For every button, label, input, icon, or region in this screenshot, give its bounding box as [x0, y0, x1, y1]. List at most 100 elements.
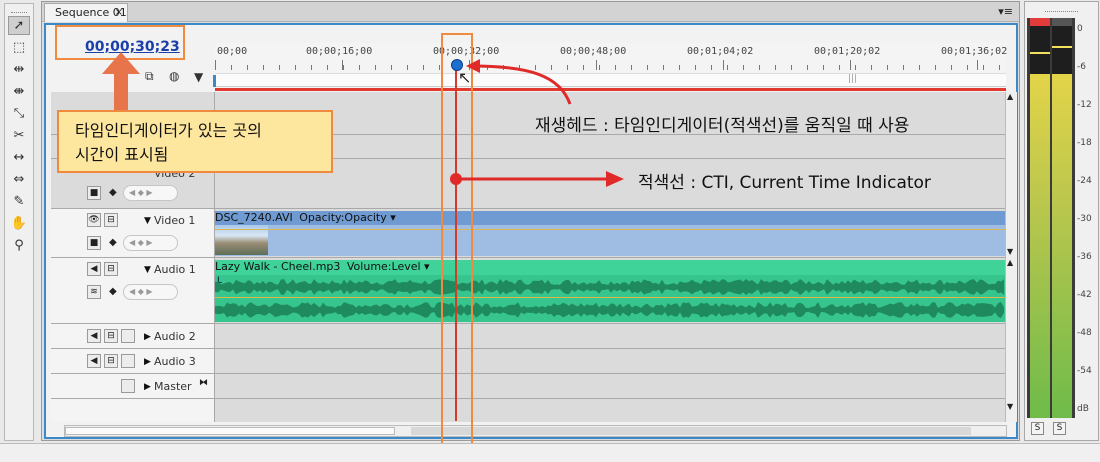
- opacity-rubber-band[interactable]: [215, 229, 1006, 230]
- master-link-icon[interactable]: ⧓: [199, 378, 208, 388]
- display-style-icon[interactable]: ■: [87, 236, 101, 250]
- panel-tab-bar: Sequence 01 × ▾≡: [42, 2, 1019, 22]
- ruler-minor-tick: [807, 65, 808, 70]
- scroll-up-icon[interactable]: ▲: [1007, 92, 1013, 101]
- keyframe-navigator[interactable]: ◀ ◆ ▶: [123, 284, 178, 300]
- panel-grip[interactable]: [11, 6, 27, 13]
- slide-tool-icon[interactable]: ⇔: [8, 170, 30, 189]
- clip-indicator-left[interactable]: [1030, 18, 1050, 26]
- keyframe-navigator[interactable]: ◀ ◆ ▶: [123, 185, 178, 201]
- track-header: [51, 399, 215, 422]
- lock-toggle-icon[interactable]: ⊟: [104, 329, 118, 343]
- work-area-grip[interactable]: |||: [848, 74, 857, 84]
- keyframe-diamond-icon[interactable]: ◆: [109, 187, 117, 198]
- lock-toggle-icon[interactable]: ⊟: [104, 213, 118, 227]
- track-select-tool-icon[interactable]: ⬚: [8, 38, 30, 57]
- clip-title-bar: DSC_7240.AVI Opacity:Opacity ▾: [215, 211, 1006, 225]
- clip-indicator-right[interactable]: [1052, 18, 1072, 26]
- collapse-triangle-icon[interactable]: ▶: [144, 332, 151, 342]
- speaker-icon[interactable]: ◀: [87, 354, 101, 368]
- track-name: Video 1: [154, 214, 196, 227]
- keyframe-navigator[interactable]: ◀ ◆ ▶: [123, 235, 178, 251]
- meter-scale-label: dB: [1077, 404, 1089, 414]
- speaker-icon[interactable]: ◀: [87, 329, 101, 343]
- selection-tool-icon[interactable]: ➚: [8, 16, 30, 35]
- waveform-display-icon[interactable]: ≋: [87, 285, 101, 299]
- scroll-thumb[interactable]: [65, 427, 395, 435]
- solo-right-button[interactable]: S: [1053, 422, 1066, 435]
- hand-tool-icon[interactable]: ✋: [8, 214, 30, 233]
- timecode-callout: 타임인디게이터가 있는 곳의 시간이 표시됨: [57, 110, 333, 173]
- work-area-start-marker[interactable]: [213, 75, 216, 87]
- ruler-minor-tick: [327, 65, 328, 70]
- cti-annotation: 적색선 : CTI, Current Time Indicator: [638, 173, 931, 193]
- volume-rubber-band[interactable]: [215, 297, 1006, 298]
- ruler-minor-tick: [439, 65, 440, 70]
- pen-tool-icon[interactable]: ✎: [8, 192, 30, 211]
- panel-grip[interactable]: [1045, 5, 1078, 12]
- ruler-tick-label: 00;00;48;00: [560, 46, 627, 57]
- track-header-master: ▶ Master ⧓: [51, 374, 215, 398]
- rate-stretch-tool-icon[interactable]: ⤡: [8, 104, 30, 123]
- scroll-down-icon[interactable]: ▼: [1007, 247, 1013, 256]
- audio-meter-panel: 0 -6 -12 -18 -24 -30 -36 -42 -48 -54 dB S S: [1024, 1, 1099, 441]
- ripple-edit-tool-icon[interactable]: ⇹: [8, 60, 30, 79]
- track-toggle-empty[interactable]: [121, 379, 135, 393]
- track-toggle-empty[interactable]: [121, 354, 135, 368]
- tab-sequence-01[interactable]: Sequence 01 ×: [44, 3, 128, 22]
- rolling-edit-tool-icon[interactable]: ⇼: [8, 82, 30, 101]
- set-encore-marker-icon[interactable]: ◍: [169, 69, 179, 83]
- speaker-icon[interactable]: ◀: [87, 262, 101, 276]
- expand-triangle-icon[interactable]: ▼: [144, 265, 151, 275]
- track-name: Audio 2: [154, 330, 196, 343]
- track-name: Audio 3: [154, 355, 196, 368]
- lock-toggle-icon[interactable]: ⊟: [104, 354, 118, 368]
- ruler-minor-tick: [231, 65, 232, 70]
- panel-menu-icon[interactable]: ▾≡: [998, 5, 1013, 18]
- eye-icon[interactable]: 👁: [87, 213, 101, 227]
- scroll-up-icon[interactable]: ▲: [1007, 258, 1013, 267]
- ruler-minor-tick: [311, 65, 312, 70]
- ruler-minor-tick: [423, 65, 424, 70]
- peak-marker-left: [1030, 52, 1050, 54]
- clip-effect-dropdown[interactable]: Volume:Level ▾: [347, 260, 430, 273]
- clip-effect-dropdown[interactable]: Opacity:Opacity ▾: [299, 211, 396, 224]
- solo-left-button[interactable]: S: [1031, 422, 1044, 435]
- zoom-scroll-track[interactable]: [411, 427, 971, 435]
- collapse-triangle-icon[interactable]: ▶: [144, 382, 151, 392]
- close-icon[interactable]: ×: [115, 4, 123, 22]
- ruler-minor-tick: [407, 65, 408, 70]
- add-marker-icon[interactable]: ▼: [194, 70, 203, 84]
- expand-triangle-icon[interactable]: ▼: [144, 216, 151, 226]
- display-style-icon[interactable]: ■: [87, 186, 101, 200]
- horizontal-scrollbar[interactable]: [64, 425, 1007, 437]
- video-clip[interactable]: DSC_7240.AVI Opacity:Opacity ▾: [215, 211, 1006, 256]
- work-area-bar[interactable]: |||: [215, 73, 1006, 87]
- ruler-minor-tick: [999, 65, 1000, 70]
- slip-tool-icon[interactable]: ↔: [8, 148, 30, 167]
- ruler-tick-mark: [977, 60, 978, 70]
- audio-clip[interactable]: Lazy Walk - Cheel.mp3 Volume:Level ▾ L R: [215, 260, 1006, 322]
- keyframe-diamond-icon[interactable]: ◆: [109, 286, 117, 297]
- snap-icon[interactable]: ⧉: [145, 69, 154, 84]
- collapse-triangle-icon[interactable]: ▶: [144, 357, 151, 367]
- status-bar: [0, 443, 1100, 462]
- keyframe-diamond-icon[interactable]: ◆: [109, 237, 117, 248]
- track-row-audio-2: ◀ ⊟ ▶ Audio 2: [51, 324, 1006, 349]
- ruler-minor-tick: [871, 65, 872, 70]
- ruler-minor-tick: [775, 65, 776, 70]
- sequence-panel: Sequence 01 × ▾≡ 00;00;30;23 ⧉ ◍ ▼ 00;00…: [41, 1, 1020, 441]
- razor-tool-icon[interactable]: ✂: [8, 126, 30, 145]
- ruler-minor-tick: [951, 65, 952, 70]
- scroll-down-icon[interactable]: ▼: [1007, 402, 1013, 411]
- lock-toggle-icon[interactable]: ⊟: [104, 262, 118, 276]
- zoom-tool-icon[interactable]: ⚲: [8, 236, 30, 255]
- ruler-minor-tick: [663, 65, 664, 70]
- vertical-scrollbar[interactable]: ▲ ▼ ▲ ▼: [1005, 92, 1017, 422]
- ruler-tick-label: 00;00: [217, 46, 248, 57]
- ruler-minor-tick: [279, 65, 280, 70]
- track-toggle-empty[interactable]: [121, 329, 135, 343]
- tools-panel: ➚ ⬚ ⇹ ⇼ ⤡ ✂ ↔ ⇔ ✎ ✋ ⚲: [4, 3, 34, 441]
- meter-scale-label: -42: [1077, 290, 1092, 300]
- track-row-video-1: 👁 ⊟ ▼ Video 1 ■ ◆ ◀ ◆ ▶ DSC_7240.AVI Opa…: [51, 209, 1006, 258]
